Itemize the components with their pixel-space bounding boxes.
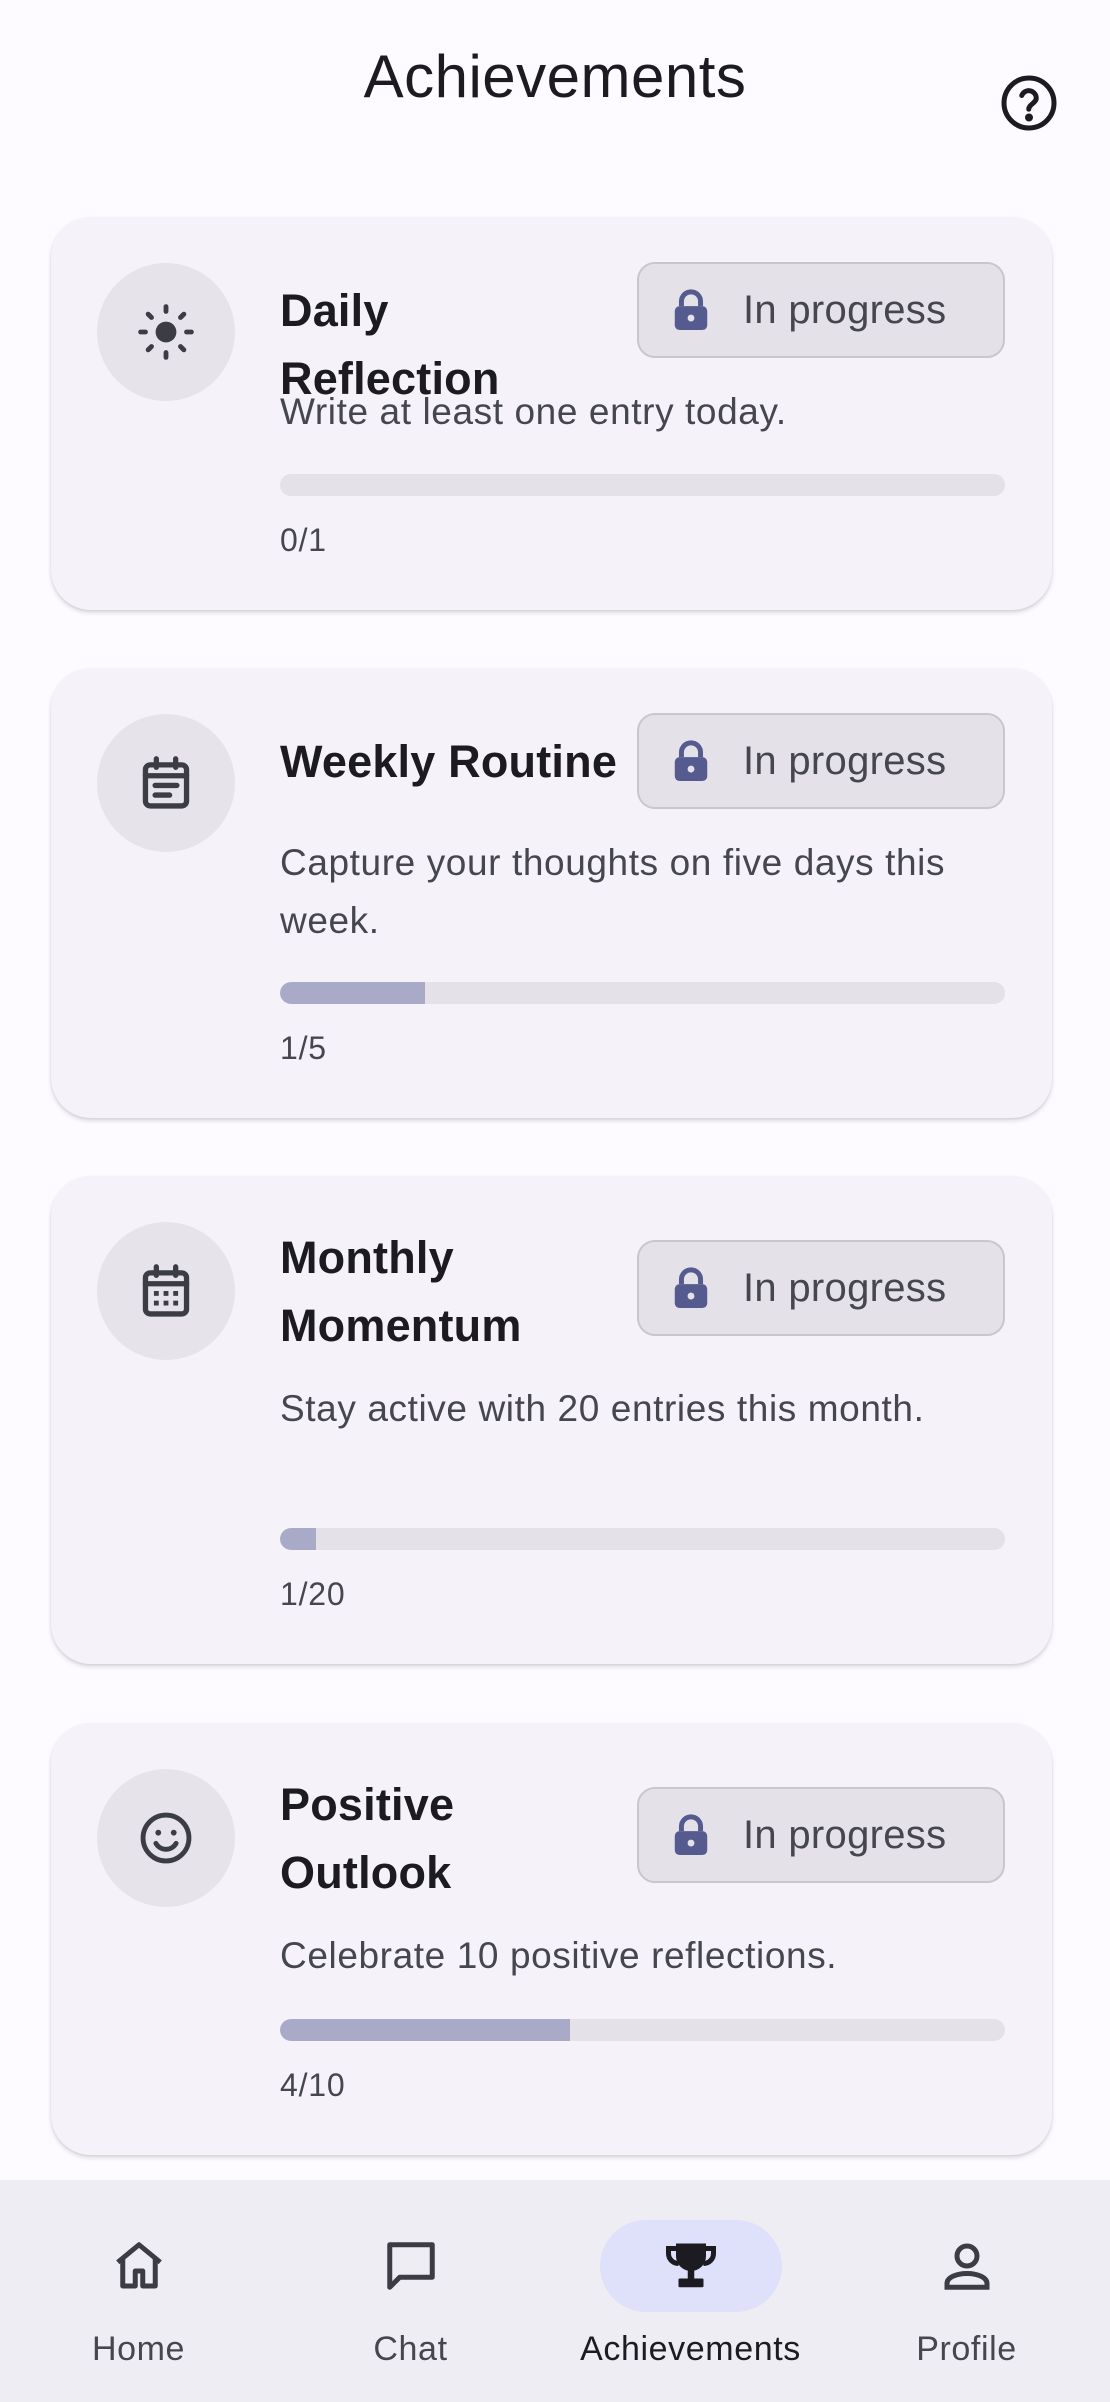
trophy-icon [665, 2243, 716, 2288]
progress-bar [280, 1528, 1005, 1550]
smiley-icon [140, 1812, 192, 1864]
achievement-icon-container [97, 1769, 235, 1907]
help-button[interactable] [996, 70, 1062, 136]
progress-bar [280, 2019, 1005, 2041]
status-label: In progress [743, 1265, 947, 1310]
achievement-card-weekly-routine[interactable]: Weekly Routine In progress Capture your … [51, 668, 1052, 1118]
achievement-icon-container [97, 263, 235, 401]
chat-icon [386, 2242, 435, 2290]
nav-item-chat[interactable]: Chat [272, 2180, 549, 2402]
bottom-navigation: Home Chat Achievements Profile [0, 2180, 1110, 2402]
page-title: Achievements [363, 43, 747, 110]
achievement-description: Celebrate 10 positive reflections. [280, 1935, 838, 1976]
status-chip[interactable]: In progress [637, 1787, 1005, 1883]
sun-icon [138, 304, 194, 360]
progress-count: 0/1 [280, 522, 327, 558]
nav-label: Profile [916, 2330, 1017, 2368]
progress-bar [280, 982, 1005, 1004]
achievement-card-daily-reflection[interactable]: Daily Reflection In progress Write at le… [51, 217, 1052, 610]
achievement-description: Stay active with 20 entries this month. [280, 1388, 925, 1429]
lock-icon [674, 289, 708, 331]
achievement-card-monthly-momentum[interactable]: Monthly Momentum In progress Stay active… [51, 1176, 1052, 1664]
achievement-description: Capture your thoughts on five days this … [280, 842, 946, 941]
nav-label: Home [91, 2330, 186, 2368]
status-label: In progress [743, 287, 947, 332]
achievement-icon-container [97, 714, 235, 852]
person-icon [944, 2243, 989, 2290]
progress-count: 4/10 [280, 2067, 346, 2103]
lock-icon [674, 740, 708, 782]
status-chip[interactable]: In progress [637, 713, 1005, 809]
achievement-card-positive-outlook[interactable]: Positive Outlook In progress Celebrate 1… [51, 1723, 1052, 2155]
progress-count: 1/20 [280, 1576, 346, 1612]
status-chip[interactable]: In progress [637, 262, 1005, 358]
achievement-title: Positive Outlook [280, 1779, 455, 1898]
progress-fill [280, 1528, 317, 1550]
nav-item-home[interactable]: Home [0, 2180, 277, 2402]
achievement-title: Monthly Momentum [280, 1232, 522, 1351]
nav-item-profile[interactable]: Profile [828, 2180, 1105, 2402]
lock-icon [674, 1814, 708, 1856]
app-bar: Achievements [0, 0, 1110, 170]
progress-fill [280, 2019, 570, 2041]
progress-fill [280, 982, 425, 1004]
progress-count: 1/5 [280, 1030, 327, 1066]
status-label: In progress [743, 738, 947, 783]
nav-label: Chat [373, 2330, 448, 2368]
achievement-description: Write at least one entry today. [280, 391, 787, 432]
home-icon [115, 2242, 162, 2289]
status-chip[interactable]: In progress [637, 1240, 1005, 1336]
calendar-month-icon [142, 1264, 190, 1317]
achievement-title: Weekly Routine [280, 736, 618, 787]
progress-bar [280, 474, 1005, 496]
nav-item-achievements[interactable]: Achievements [552, 2180, 829, 2402]
achievements-screen: Achievements Daily Reflection In progres… [0, 0, 1110, 2402]
status-label: In progress [743, 1812, 947, 1857]
calendar-note-icon [142, 756, 190, 809]
nav-label: Achievements [580, 2330, 801, 2368]
achievement-icon-container [97, 1222, 235, 1360]
help-circle-icon [1001, 75, 1057, 131]
lock-icon [674, 1267, 708, 1309]
